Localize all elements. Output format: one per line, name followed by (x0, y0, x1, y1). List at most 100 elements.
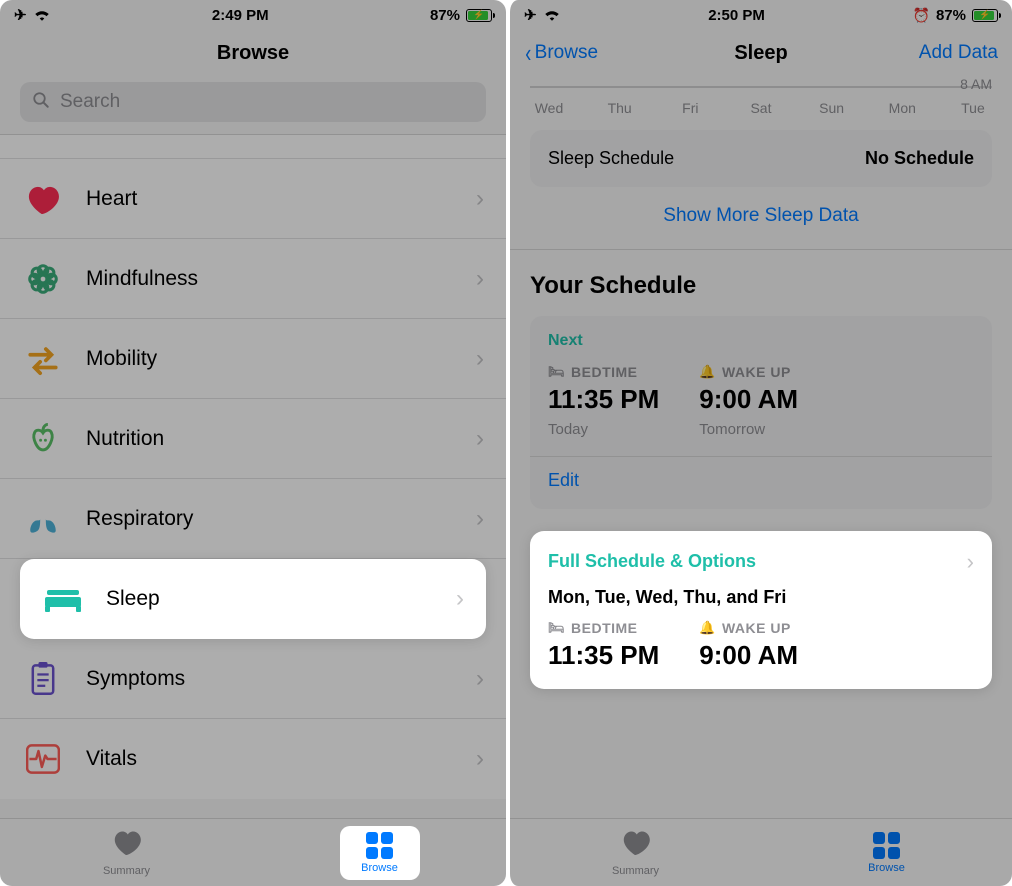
tab-bar: Summary Browse (0, 818, 506, 886)
airplane-icon: ✈ (524, 6, 537, 24)
bed-icon: 🛏 (548, 364, 565, 380)
wake-label: WAKE UP (722, 620, 791, 636)
row-label: Mindfulness (86, 267, 476, 291)
row-label: Heart (86, 187, 476, 211)
row-respiratory[interactable]: Respiratory › (0, 479, 506, 559)
wake-sub: Tomorrow (699, 421, 798, 438)
list-row-partial (0, 135, 506, 159)
chevron-right-icon: › (476, 505, 484, 533)
next-label: Next (548, 332, 974, 350)
search-placeholder: Search (60, 91, 120, 113)
tab-summary[interactable]: Summary (87, 829, 167, 877)
chevron-right-icon: › (476, 425, 484, 453)
battery-percent: 87% (430, 7, 460, 24)
wake-value: 9:00 AM (699, 640, 798, 671)
weekday: Sun (813, 100, 851, 116)
chevron-right-icon: › (476, 665, 484, 693)
mindfulness-icon (22, 258, 64, 300)
tab-label: Browse (361, 862, 398, 874)
back-label: Browse (535, 42, 598, 64)
row-label: Nutrition (86, 427, 476, 451)
wake-label: WAKE UP (722, 364, 791, 380)
phone-right: ✈ 2:50 PM ⏰ 87% ⚡ ‹ Browse Sleep Add Dat… (506, 0, 1012, 886)
sleep-schedule-label: Sleep Schedule (548, 148, 674, 169)
status-bar: ✈ 2:49 PM 87% ⚡ (0, 0, 506, 30)
tab-bar: Summary Browse (510, 818, 1012, 886)
bedtime-label: BEDTIME (571, 364, 638, 380)
bed-icon: 🛏 (548, 620, 565, 636)
row-mindfulness[interactable]: Mindfulness › (0, 239, 506, 319)
weekday: Wed (530, 100, 568, 116)
row-label: Symptoms (86, 667, 476, 691)
back-button[interactable]: ‹ Browse (524, 40, 598, 66)
nav-header: ‹ Browse Sleep Add Data (510, 30, 1012, 76)
next-schedule-card: Next 🛏 BEDTIME 11:35 PM Today 🔔 WAKE UP 9:… (530, 316, 992, 509)
category-list: Heart › Mindfulness › Mobility › (0, 135, 506, 799)
sleep-schedule-value: No Schedule (865, 148, 974, 169)
row-heart[interactable]: Heart › (0, 159, 506, 239)
chevron-right-icon: › (476, 265, 484, 293)
search-icon (32, 91, 50, 114)
heart-tab-icon (112, 829, 142, 862)
chevron-right-icon: › (456, 585, 464, 613)
bedtime-sub: Today (548, 421, 659, 438)
bell-icon: 🔔 (699, 620, 716, 636)
vitals-icon (22, 738, 64, 780)
mobility-icon (22, 338, 64, 380)
weekday: Mon (883, 100, 921, 116)
heart-icon (22, 178, 64, 220)
sleep-schedule-card[interactable]: Sleep Schedule No Schedule (530, 130, 992, 187)
sleep-icon (42, 578, 84, 620)
tab-summary[interactable]: Summary (596, 829, 676, 877)
row-label: Vitals (86, 747, 476, 771)
battery-icon: ⚡ (972, 9, 998, 22)
section-title: Your Schedule (530, 272, 992, 300)
page-title: Browse (217, 42, 289, 65)
status-bar: ✈ 2:50 PM ⏰ 87% ⚡ (510, 0, 1012, 30)
row-vitals[interactable]: Vitals › (0, 719, 506, 799)
chevron-right-icon: › (476, 745, 484, 773)
full-schedule-card[interactable]: Full Schedule & Options › Mon, Tue, Wed,… (530, 531, 992, 689)
grid-tab-icon (366, 832, 393, 859)
weekday: Sat (742, 100, 780, 116)
tab-label: Summary (612, 865, 659, 877)
row-nutrition[interactable]: Nutrition › (0, 399, 506, 479)
nutrition-icon (22, 418, 64, 460)
status-time: 2:50 PM (708, 7, 765, 24)
row-mobility[interactable]: Mobility › (0, 319, 506, 399)
battery-icon: ⚡ (466, 9, 492, 22)
chevron-right-icon: › (967, 549, 974, 575)
wake-value: 9:00 AM (699, 384, 798, 415)
alarm-icon: ⏰ (913, 7, 930, 24)
chevron-right-icon: › (476, 345, 484, 373)
bedtime-label: BEDTIME (571, 620, 638, 636)
tab-label: Summary (103, 865, 150, 877)
phone-left: ✈ 2:49 PM 87% ⚡ Browse Search (0, 0, 506, 886)
status-time: 2:49 PM (212, 7, 269, 24)
battery-percent: 87% (936, 7, 966, 24)
row-label: Mobility (86, 347, 476, 371)
bedtime-value: 11:35 PM (548, 384, 659, 415)
search-input[interactable]: Search (20, 82, 486, 122)
tab-browse[interactable]: Browse (847, 832, 927, 874)
wifi-icon (543, 7, 561, 24)
row-label: Sleep (106, 587, 456, 611)
tab-label: Browse (868, 862, 905, 874)
weekday-row: Wed Thu Fri Sat Sun Mon Tue (510, 90, 1012, 130)
respiratory-icon (22, 498, 64, 540)
bell-icon: 🔔 (699, 364, 716, 380)
bedtime-value: 11:35 PM (548, 640, 659, 671)
full-schedule-days: Mon, Tue, Wed, Thu, and Fri (548, 587, 974, 608)
row-symptoms[interactable]: Symptoms › (0, 639, 506, 719)
weekday: Tue (954, 100, 992, 116)
tab-browse[interactable]: Browse (340, 826, 420, 880)
add-data-button[interactable]: Add Data (919, 42, 998, 64)
row-sleep[interactable]: Sleep › (20, 559, 486, 639)
page-title: Sleep (734, 42, 787, 65)
symptoms-icon (22, 658, 64, 700)
show-more-link[interactable]: Show More Sleep Data (530, 205, 992, 249)
edit-button[interactable]: Edit (548, 456, 974, 491)
heart-tab-icon (621, 829, 651, 862)
airplane-icon: ✈ (14, 6, 27, 24)
chevron-right-icon: › (476, 185, 484, 213)
